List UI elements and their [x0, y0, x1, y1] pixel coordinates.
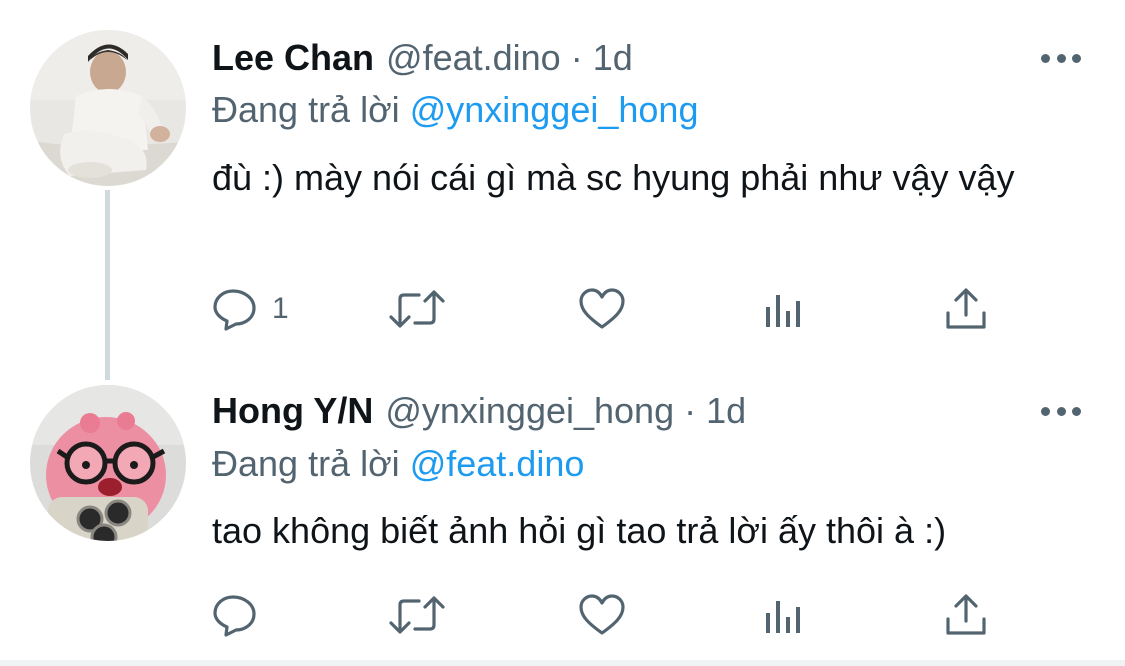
pink-plush-avatar-image: [30, 385, 186, 541]
display-name[interactable]: Hong Y/N: [212, 390, 373, 432]
user-photo-avatar-image: [30, 30, 186, 186]
share-button[interactable]: [944, 590, 988, 640]
timeline-divider: [0, 660, 1125, 666]
reply-button[interactable]: [212, 590, 258, 640]
replying-mention-link[interactable]: @ynxinggei_hong: [410, 89, 699, 130]
tweet-text: đù :) mày nói cái gì mà sc hyung phải nh…: [212, 157, 1015, 198]
tweet-actions: 1: [212, 284, 1012, 334]
replying-to: Đang trả lời @feat.dino: [212, 443, 584, 485]
tweet-header: Hong Y/N @ynxinggei_hong · 1d: [212, 390, 746, 440]
retweet-icon: [389, 290, 445, 328]
like-button[interactable]: [578, 284, 626, 334]
replying-to: Đang trả lời @ynxinggei_hong: [212, 89, 698, 131]
comment-icon: [213, 595, 256, 637]
heart-icon: [579, 594, 625, 635]
tweet[interactable]: Lee Chan @feat.dino · 1d Đang trả lời @y…: [0, 0, 1125, 355]
tweet-text: tao không biết ảnh hỏi gì tao trả lời ấy…: [212, 510, 947, 551]
analytics-icon: [766, 601, 800, 633]
separator-dot: ·: [684, 390, 697, 431]
user-handle[interactable]: @feat.dino: [386, 37, 561, 79]
like-button[interactable]: [578, 590, 626, 640]
reply-count: 1: [272, 292, 289, 325]
analytics-icon: [766, 295, 800, 327]
replying-prefix: Đang trả lời: [212, 443, 400, 484]
timestamp[interactable]: 1d: [706, 390, 746, 432]
reply-button[interactable]: 1: [212, 284, 289, 334]
heart-icon: [579, 288, 625, 329]
timestamp[interactable]: 1d: [593, 37, 633, 79]
replying-prefix: Đang trả lời: [212, 89, 400, 130]
views-button[interactable]: [764, 590, 804, 640]
comment-icon: [213, 289, 256, 331]
more-dots-icon[interactable]: [1041, 405, 1081, 417]
share-icon: [946, 288, 986, 329]
separator-dot: ·: [570, 37, 583, 78]
avatar[interactable]: [30, 385, 186, 541]
user-handle[interactable]: @ynxinggei_hong: [385, 390, 674, 432]
more-dots-icon[interactable]: [1041, 52, 1081, 64]
retweet-button[interactable]: [387, 284, 447, 334]
retweet-button[interactable]: [387, 590, 447, 640]
views-button[interactable]: [764, 284, 804, 334]
tweet-actions: [212, 590, 1012, 640]
tweet[interactable]: Hong Y/N @ynxinggei_hong · 1d Đang trả l…: [0, 365, 1125, 660]
share-button[interactable]: [944, 284, 988, 334]
tweet-header: Lee Chan @feat.dino · 1d: [212, 37, 633, 87]
avatar[interactable]: [30, 30, 186, 186]
display-name[interactable]: Lee Chan: [212, 37, 374, 79]
share-icon: [946, 594, 986, 635]
retweet-icon: [389, 596, 445, 634]
replying-mention-link[interactable]: @feat.dino: [410, 443, 585, 484]
